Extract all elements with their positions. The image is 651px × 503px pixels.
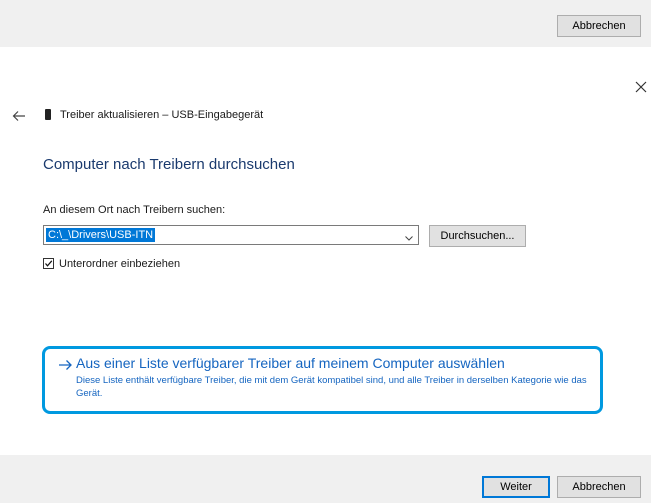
top-cancel-button[interactable]: Abbrechen — [557, 15, 641, 37]
include-subfolders-checkbox[interactable] — [43, 258, 54, 269]
top-button-bar: Abbrechen — [0, 0, 651, 47]
path-input[interactable]: C:\_\Drivers\USB-ITN — [46, 228, 156, 242]
cancel-button[interactable]: Abbrechen — [557, 476, 641, 498]
path-combobox[interactable]: C:\_\Drivers\USB-ITN — [43, 225, 419, 245]
bottom-button-bar: Weiter Abbrechen — [0, 455, 651, 503]
choose-from-list-description: Diese Liste enthält verfügbare Treiber, … — [76, 375, 587, 399]
close-icon[interactable] — [634, 80, 648, 94]
window-title: Treiber aktualisieren – USB-Eingabegerät — [60, 109, 264, 121]
arrow-right-icon — [58, 358, 73, 370]
chevron-down-icon[interactable] — [404, 230, 414, 241]
page-title: Computer nach Treibern durchsuchen — [43, 156, 295, 173]
next-button[interactable]: Weiter — [482, 476, 550, 498]
choose-from-list-link[interactable]: Aus einer Liste verfügbarer Treiber auf … — [76, 354, 505, 372]
choose-from-list-option[interactable]: Aus einer Liste verfügbarer Treiber auf … — [42, 346, 603, 414]
driver-update-dialog: Abbrechen Treiber aktualisieren – USB-Ei… — [0, 0, 651, 503]
path-label: An diesem Ort nach Treibern suchen: — [43, 204, 226, 216]
browse-button[interactable]: Durchsuchen... — [429, 225, 526, 247]
checkmark-icon — [45, 260, 53, 267]
include-subfolders-label[interactable]: Unterordner einbeziehen — [59, 257, 180, 271]
back-arrow-icon[interactable] — [12, 109, 26, 121]
device-icon — [45, 109, 51, 120]
